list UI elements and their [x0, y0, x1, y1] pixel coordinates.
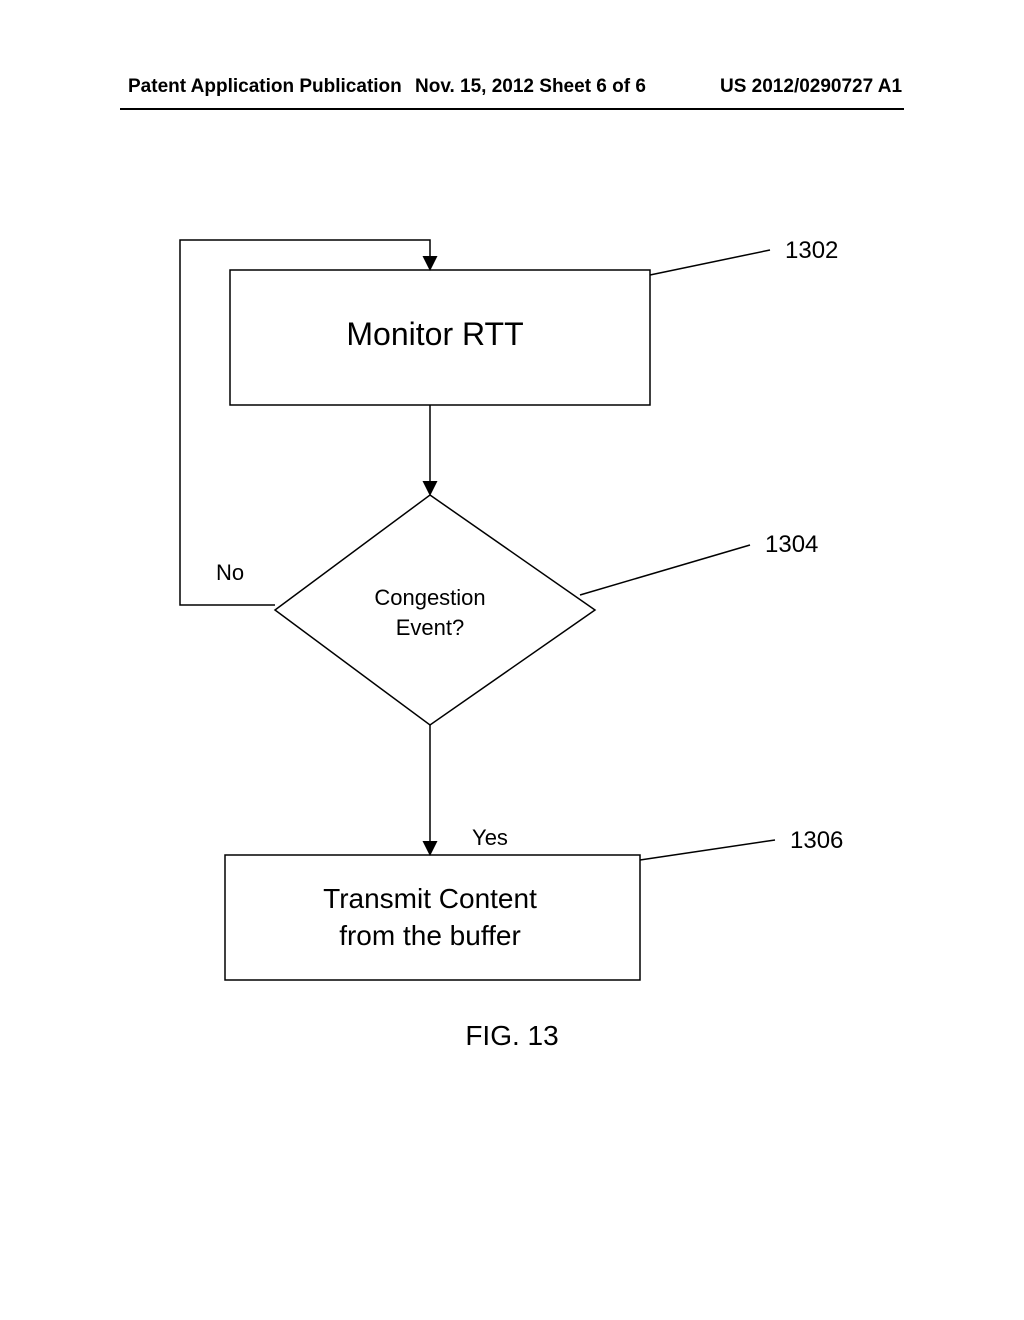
header-date-sheet: Nov. 15, 2012 Sheet 6 of 6: [415, 76, 646, 98]
process-box-transmit: [225, 855, 640, 980]
ref-1302: 1302: [785, 237, 838, 264]
decision-label-2: Event?: [396, 615, 465, 640]
ref-leader-1304: [580, 545, 750, 595]
box2-label-1: Transmit Content: [323, 883, 537, 914]
box1-label: Monitor RTT: [346, 316, 523, 352]
flowchart-diagram: Monitor RTT 1302 Congestion Event? 1304 …: [130, 230, 890, 1030]
box2-label-2: from the buffer: [339, 920, 521, 951]
ref-1306: 1306: [790, 827, 843, 854]
ref-1304: 1304: [765, 531, 818, 558]
label-no: No: [216, 560, 244, 585]
ref-leader-1302: [650, 250, 770, 275]
decision-diamond: [275, 495, 595, 725]
header-patent-number: US 2012/0290727 A1: [720, 76, 902, 98]
figure-caption: FIG. 13: [0, 1020, 1024, 1052]
decision-label-1: Congestion: [374, 585, 485, 610]
label-yes: Yes: [472, 825, 508, 850]
ref-leader-1306: [640, 840, 775, 860]
header-publication: Patent Application Publication: [128, 76, 402, 98]
header-divider: [120, 108, 904, 110]
feedback-arrow-no: [180, 240, 430, 605]
